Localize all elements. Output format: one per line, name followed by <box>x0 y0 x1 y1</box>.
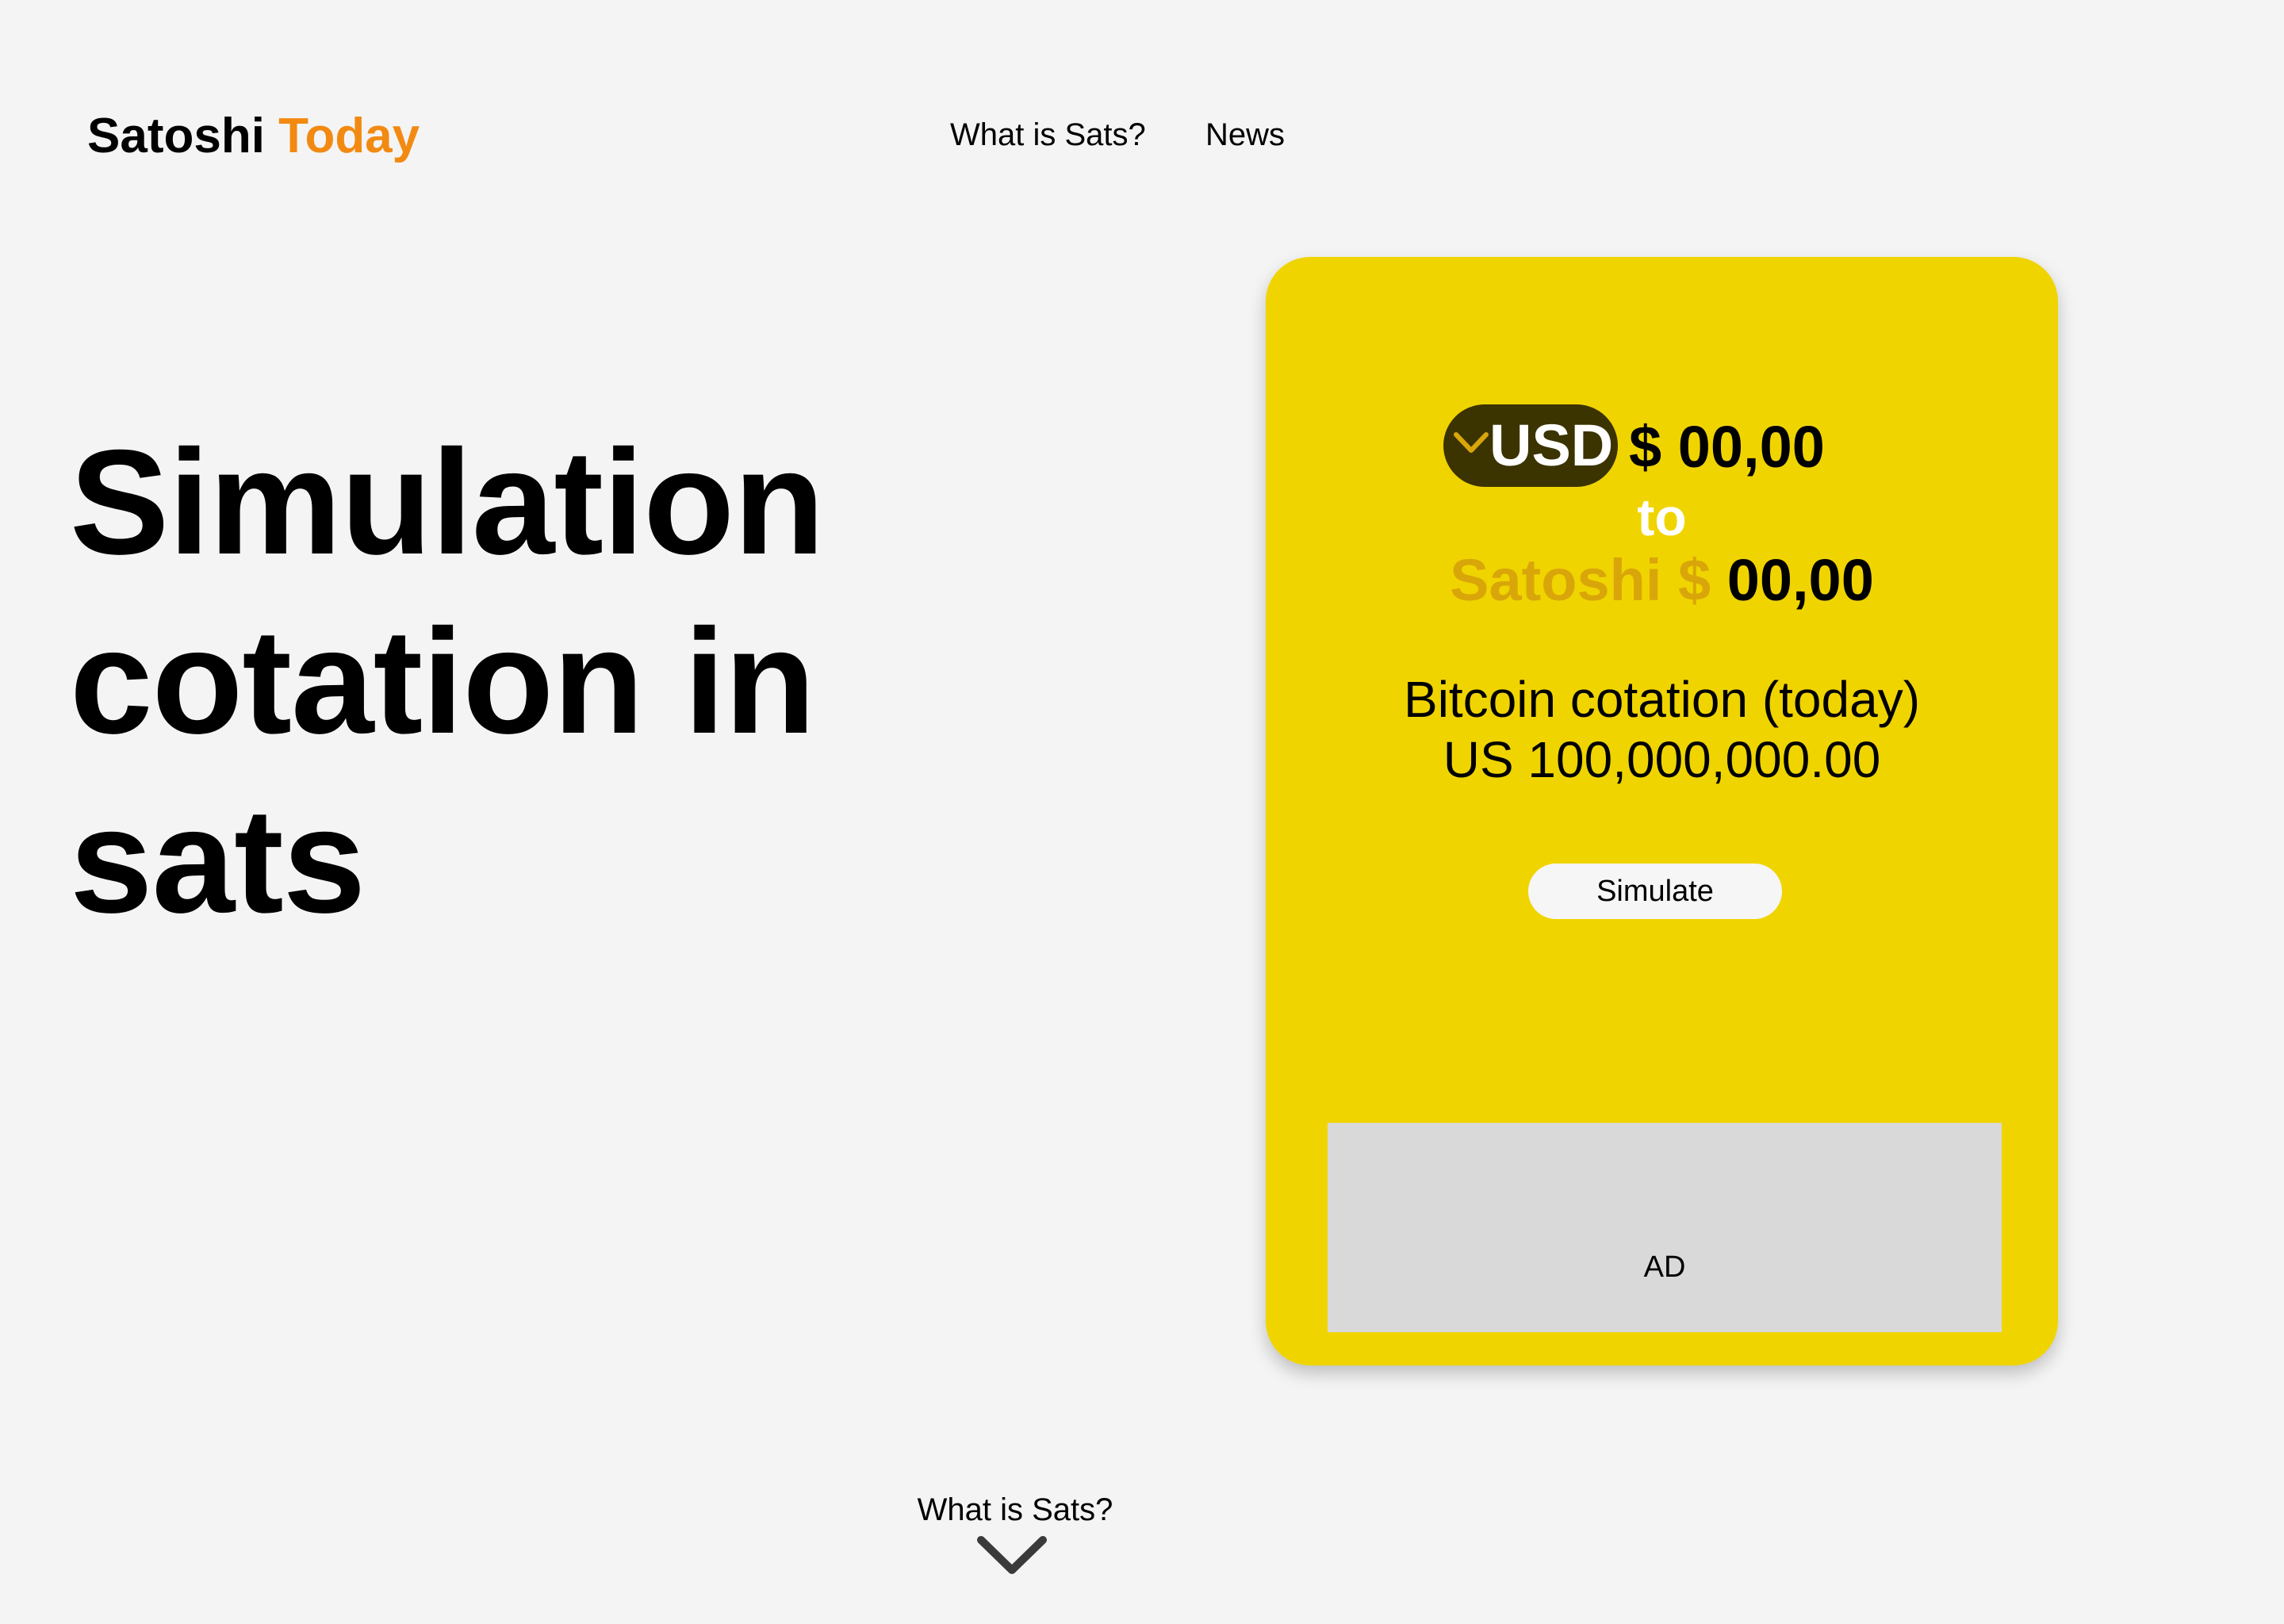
cotation-title: Bitcoin cotation (today) <box>1404 671 1920 728</box>
usd-amount[interactable]: $ 00,00 <box>1629 408 1825 487</box>
converter-card: USD $ 00,00 to Satoshi $ 00,00 Bitcoin c… <box>1266 257 2058 1365</box>
nav-what-is-sats[interactable]: What is Sats? <box>950 113 1146 157</box>
logo-main-text: Satoshi <box>87 109 265 163</box>
chevron-down-icon <box>1454 432 1489 453</box>
currency-code: USD <box>1489 412 1614 478</box>
footer-what-is-sats-link[interactable]: What is Sats? <box>793 1488 1237 1532</box>
hero-title-line-2: cotation in <box>70 598 815 764</box>
hero-title: Simulation cotation in sats <box>70 412 1021 950</box>
hero-title-line-1: Simulation <box>70 419 825 585</box>
hero-title-line-3: sats <box>70 777 366 944</box>
simulate-button[interactable]: Simulate <box>1528 864 1782 919</box>
ad-banner[interactable]: AD <box>1328 1123 2002 1332</box>
ad-label: AD <box>1643 1251 1686 1284</box>
satoshi-result: Satoshi $ 00,00 <box>1266 541 2058 620</box>
satoshi-amount: 00,00 <box>1726 547 1874 613</box>
currency-select[interactable]: USD <box>1443 404 1618 487</box>
site-logo[interactable]: Satoshi Today <box>87 105 420 168</box>
bitcoin-cotation: Bitcoin cotation (today) US 100,000,000.… <box>1266 669 2058 790</box>
chevron-down-icon[interactable] <box>975 1534 1049 1578</box>
satoshi-label: Satoshi $ <box>1450 547 1711 613</box>
nav-news[interactable]: News <box>1205 113 1285 157</box>
cotation-value: US 100,000,000.00 <box>1443 731 1881 788</box>
logo-accent-text: Today <box>278 109 420 163</box>
